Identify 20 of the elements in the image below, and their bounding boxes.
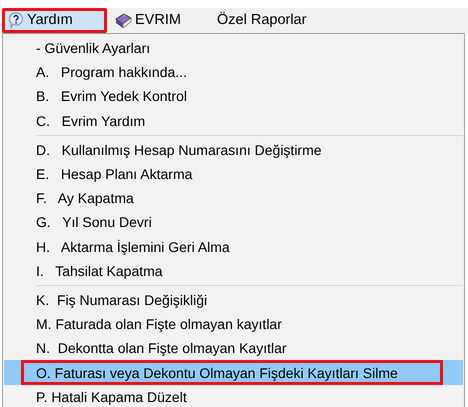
menu-item[interactable]: A. Program hakkında... [4,60,463,84]
menu-bar-item[interactable]: Yardım [2,8,107,33]
menu-item[interactable]: - Güvenlik Ayarları [4,36,463,60]
menu-item[interactable]: M. Faturada olan Fişte olmayan kayıtlar [4,312,463,336]
menu-item[interactable]: C. Evrim Yardım [4,108,463,133]
menu-item[interactable]: P. Hatali Kapama Düzelt [4,384,463,407]
menu-item[interactable]: G. Yıl Sonu Devri [4,210,463,234]
menu-bar-item[interactable]: Özel Raporlar [210,8,316,33]
menu-item[interactable]: E. Hesap Planı Aktarma [4,162,463,186]
menu-item[interactable]: F. Ay Kapatma [4,186,463,210]
menu-item[interactable]: N. Dekontta olan Fişte olmayan Kayıtlar [4,336,463,360]
menu-item[interactable]: O. Faturası veya Dekontu Olmayan Fişdeki Kayıtları Silme [21,360,443,385]
menu-item[interactable]: I. Tahsilat Kapatma [4,258,463,283]
menu-item[interactable]: H. Aktarma İşlemini Geri Alma [4,234,463,259]
book-icon [114,12,132,28]
menu-item[interactable]: K. Fiş Numarası Değişikliği [4,288,463,312]
menu-item[interactable]: D. Kullanılmış Hesap Numarasını Değiştirme [4,138,463,162]
menu-item[interactable]: B. Evrim Yedek Kontrol [4,84,463,109]
menu-bar-item[interactable]: EVRIM [107,8,210,33]
help-icon [9,12,24,29]
